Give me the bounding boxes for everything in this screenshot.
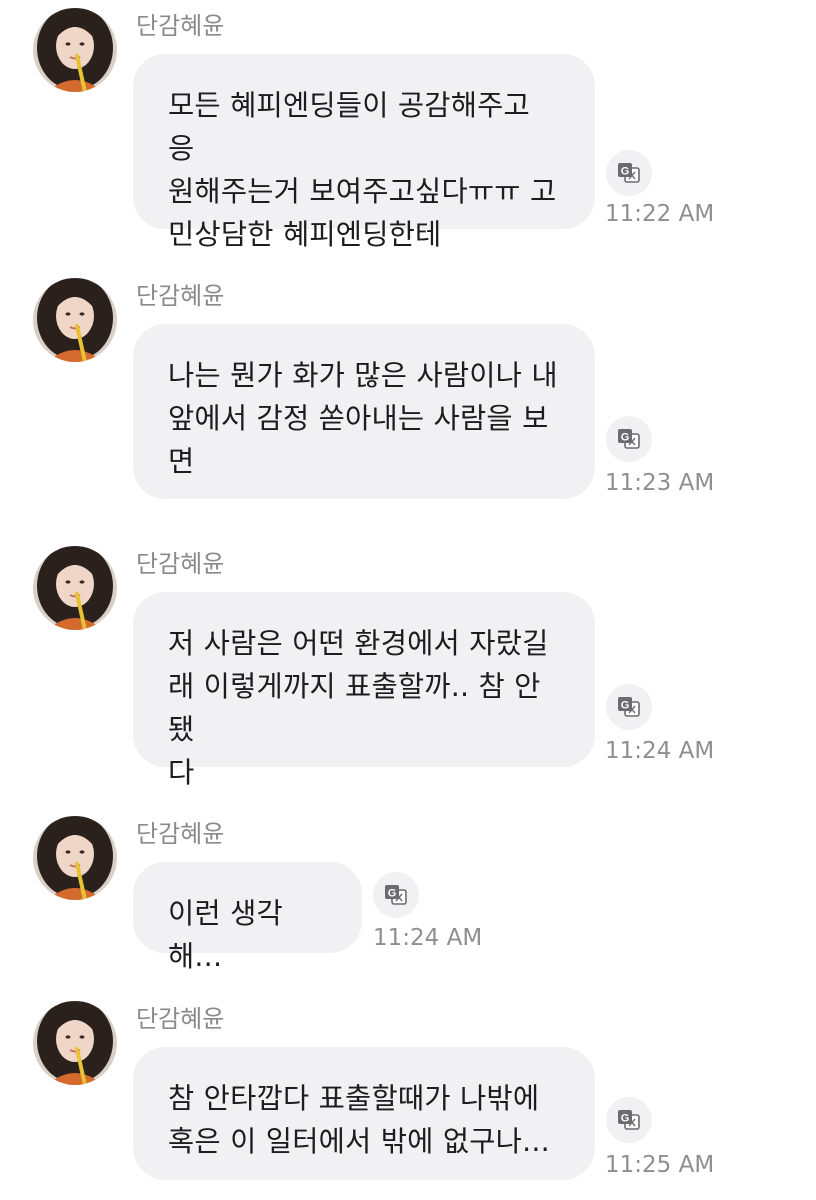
svg-text:G: G	[621, 700, 630, 712]
message-timestamp: 11:24 AM	[373, 925, 483, 951]
sender-name: 단감혜윤	[136, 550, 225, 578]
message-bubble[interactable]: 모든 혜피엔딩들이 공감해주고 응 원해주는거 보여주고싶다ㅠㅠ 고 민상담한 …	[133, 54, 595, 251]
translate-icon: G	[385, 885, 407, 905]
svg-text:G: G	[621, 1113, 630, 1125]
svg-text:G: G	[388, 888, 397, 900]
translate-icon: G	[618, 163, 640, 183]
translate-icon: G	[618, 429, 640, 449]
message-bubble[interactable]: 참 안타깝다 표출할때가 나밖에 혹은 이 일터에서 밖에 없구나...	[133, 1047, 595, 1180]
chat-message-list[interactable]: 단감혜윤 모든 혜피엔딩들이 공감해주고 응 원해주는거 보여주고싶다ㅠㅠ 고 …	[0, 0, 816, 1200]
translate-button[interactable]: G	[606, 684, 652, 730]
translate-icon: G	[618, 1110, 640, 1130]
sender-name: 단감혜윤	[136, 282, 225, 310]
message-bubble[interactable]: 저 사람은 어떤 환경에서 자랐길 래 이렇게까지 표출할까.. 참 안됐 다	[133, 592, 595, 789]
translate-button[interactable]: G	[373, 872, 419, 918]
svg-text:G: G	[621, 432, 630, 444]
avatar[interactable]	[33, 278, 117, 362]
message-bubble[interactable]: 이런 생각해...	[133, 862, 362, 973]
message-timestamp: 11:22 AM	[605, 201, 715, 227]
translate-button[interactable]: G	[606, 150, 652, 196]
sender-name: 단감혜윤	[136, 1005, 225, 1033]
avatar[interactable]	[33, 1001, 117, 1085]
svg-text:G: G	[621, 166, 630, 178]
message-bubble[interactable]: 나는 뭔가 화가 많은 사람이나 내 앞에서 감정 쏟아내는 사람을 보 면	[133, 324, 595, 499]
sender-name: 단감혜윤	[136, 12, 225, 40]
translate-button[interactable]: G	[606, 416, 652, 462]
avatar[interactable]	[33, 8, 117, 92]
sender-name: 단감혜윤	[136, 820, 225, 848]
translate-button[interactable]: G	[606, 1097, 652, 1143]
message-timestamp: 11:24 AM	[605, 738, 715, 764]
translate-icon: G	[618, 697, 640, 717]
message-timestamp: 11:23 AM	[605, 470, 715, 496]
avatar[interactable]	[33, 546, 117, 630]
avatar[interactable]	[33, 816, 117, 900]
message-timestamp: 11:25 AM	[605, 1152, 715, 1178]
